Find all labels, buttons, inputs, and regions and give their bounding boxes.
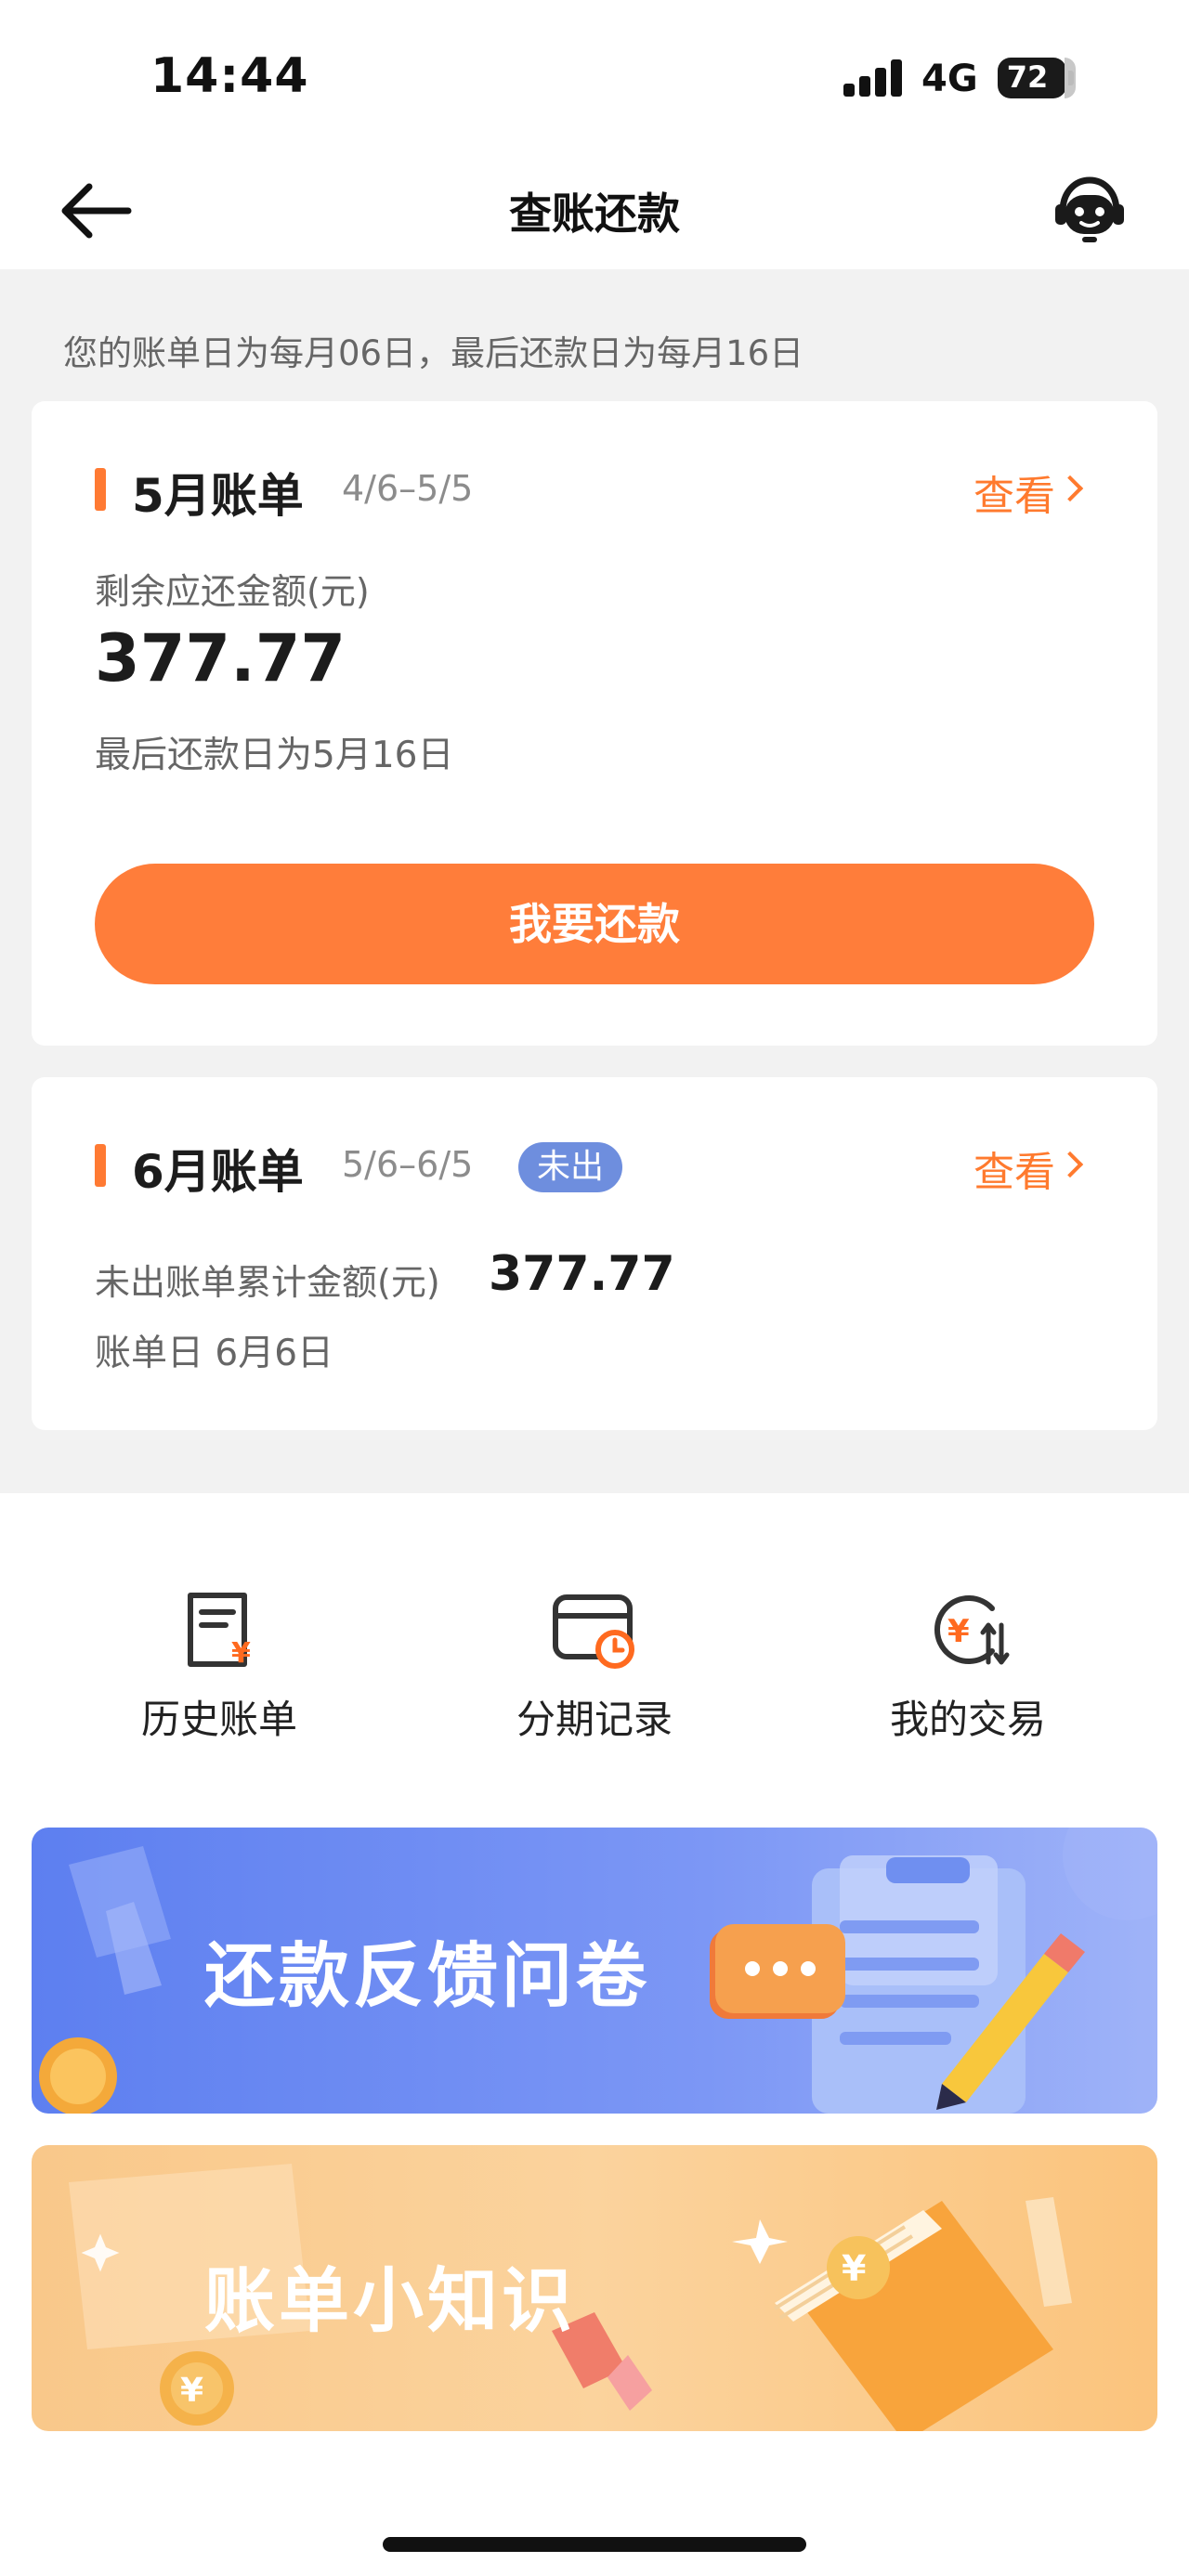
- accent-bar: [95, 1144, 106, 1187]
- cellular-signal-icon: [843, 59, 903, 97]
- svg-text:¥: ¥: [231, 1637, 251, 1670]
- unbilled-badge: 未出: [518, 1142, 623, 1192]
- battery-level: 72: [1006, 59, 1049, 95]
- customer-service-icon: [1055, 176, 1124, 242]
- shortcut-installment-records[interactable]: 分期记录: [474, 1588, 715, 1745]
- shortcut-label: 我的交易: [889, 1697, 1046, 1742]
- network-type: 4G: [921, 58, 978, 100]
- bill-section: 您的账单日为每月06日，最后还款日为每月16日 5月账单 4/6–5/5 查看 …: [0, 269, 1189, 1493]
- view-bill-link[interactable]: 查看: [973, 462, 1055, 522]
- bill-knowledge-banner[interactable]: ¥ ¥ 账单小知识: [32, 2145, 1157, 2431]
- battery-icon: 72: [998, 58, 1076, 98]
- amount-due: 377.77: [95, 620, 346, 696]
- status-time: 14:44: [150, 48, 309, 104]
- svg-text:¥: ¥: [842, 2248, 866, 2289]
- chevron-right-icon[interactable]: [1056, 1151, 1084, 1178]
- shortcut-my-transactions[interactable]: ¥ 我的交易: [847, 1588, 1089, 1745]
- bill-history-icon: ¥: [188, 1593, 251, 1670]
- customer-service-button[interactable]: [1048, 169, 1131, 253]
- billing-day-notice: 您的账单日为每月06日，最后还款日为每月16日: [63, 333, 804, 373]
- transaction-icon: ¥: [934, 1595, 1010, 1665]
- chevron-right-icon[interactable]: [1056, 475, 1084, 502]
- survey-clipboard-icon: [710, 1855, 1085, 2114]
- repay-button[interactable]: 我要还款: [95, 864, 1094, 984]
- shortcut-label: 历史账单: [140, 1697, 297, 1742]
- svg-text:¥: ¥: [180, 2372, 203, 2410]
- banner-title: 账单小知识: [204, 2259, 576, 2342]
- status-bar: 14:44 4G 72: [0, 0, 1189, 158]
- shortcut-label: 分期记录: [516, 1697, 673, 1742]
- svg-text:¥: ¥: [947, 1613, 970, 1650]
- page-title: 查账还款: [509, 189, 680, 239]
- repayment-survey-banner[interactable]: 还款反馈问卷: [32, 1828, 1157, 2114]
- accent-bar: [95, 468, 106, 511]
- view-bill-link[interactable]: 查看: [973, 1138, 1055, 1198]
- knowledge-book-icon: ¥: [732, 2197, 1072, 2431]
- amount-label: 剩余应还金额(元): [95, 571, 370, 612]
- banner-title: 还款反馈问卷: [204, 1934, 650, 2017]
- bill-title: 6月账单: [132, 1145, 304, 1199]
- next-bill-card: 6月账单 5/6–6/5 未出 查看 未出账单累计金额(元) 377.77 账单…: [32, 1077, 1157, 1430]
- navigation-bar: 查账还款: [0, 158, 1189, 269]
- home-indicator[interactable]: [383, 2537, 806, 2552]
- shortcut-history-bills[interactable]: ¥ 历史账单: [98, 1588, 340, 1745]
- bill-period: 5/6–6/5: [342, 1144, 474, 1185]
- due-date-text: 最后还款日为5月16日: [95, 735, 454, 776]
- bill-period: 4/6–5/5: [342, 468, 474, 509]
- bill-title: 5月账单: [132, 469, 304, 523]
- current-bill-card: 5月账单 4/6–5/5 查看 剩余应还金额(元) 377.77 最后还款日为5…: [32, 401, 1157, 1046]
- accumulated-amount: 377.77: [489, 1246, 675, 1302]
- installment-record-icon: [553, 1594, 634, 1669]
- bill-day-text: 账单日 6月6日: [95, 1333, 334, 1374]
- accumulated-amount-label: 未出账单累计金额(元): [95, 1262, 440, 1303]
